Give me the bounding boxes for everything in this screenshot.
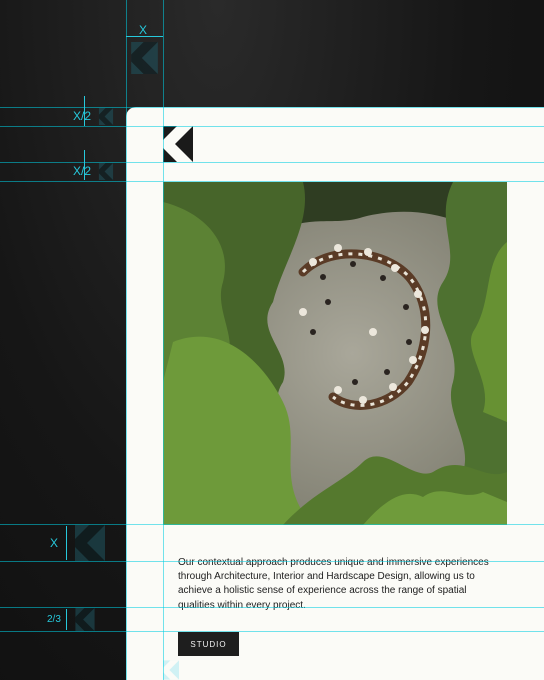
guide-label-half: X/2 [73, 109, 92, 123]
ghost-k-icon [75, 608, 95, 631]
dimension-line [66, 526, 67, 560]
ghost-k-icon [98, 108, 114, 125]
intro-paragraph: Our contextual approach produces unique … [178, 557, 489, 611]
guide-line [126, 0, 127, 680]
guide-line [163, 0, 164, 680]
guide-label-x: X [50, 536, 59, 550]
dimension-line [66, 609, 67, 630]
guide-label-half: X/2 [73, 164, 92, 178]
hero-photo [163, 182, 507, 525]
guide-label-x: X [139, 23, 148, 37]
guide-line [0, 107, 544, 108]
guide-line [0, 631, 544, 632]
guide-line [0, 181, 544, 182]
guide-line [0, 162, 544, 163]
ghost-k-icon [98, 163, 114, 180]
studio-button[interactable]: STUDIO [178, 632, 239, 656]
guide-line [0, 524, 544, 525]
k-monogram-icon[interactable] [163, 126, 193, 162]
guide-line [0, 126, 544, 127]
ghost-k-icon [131, 42, 158, 74]
guide-line [0, 561, 544, 562]
ghost-k-icon [75, 525, 105, 561]
guide-label-two-thirds: 2/3 [47, 614, 61, 625]
guide-line [0, 607, 544, 608]
ghost-k-icon [163, 660, 179, 680]
